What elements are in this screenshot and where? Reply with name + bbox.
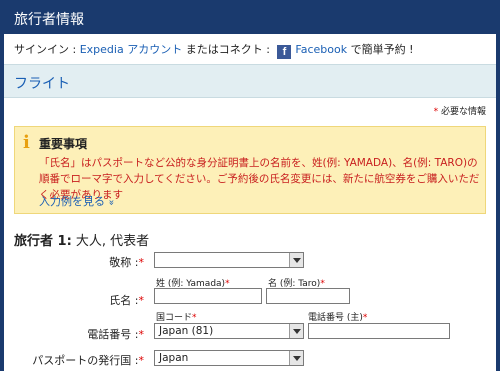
- phone-number-hint: 電話番号 (主)*: [308, 313, 368, 323]
- section-title: フライト: [14, 76, 70, 92]
- important-notice: i 重要事項 「氏名」はパスポートなど公的な身分証明書上の名前を、姓(例: YA…: [14, 126, 486, 214]
- passport-country-select[interactable]: Japan: [154, 350, 304, 366]
- facebook-icon[interactable]: f: [277, 45, 292, 59]
- chevron-down-icon: [289, 324, 303, 338]
- chevron-down-icon: [289, 351, 303, 365]
- traveler-heading: 旅行者 1: 大人, 代表者: [14, 234, 150, 249]
- signin-line: サインイン : Expedia アカウント またはコネクト : f Faceboo…: [14, 43, 414, 59]
- name-label: 氏名 :*: [109, 294, 144, 307]
- required-note: * 必要な情報: [433, 107, 486, 117]
- chevron-down-icon: [289, 253, 303, 267]
- content-panel: サインイン : Expedia アカウント またはコネクト : f Faceboo…: [4, 34, 496, 371]
- facebook-link[interactable]: Facebook: [295, 43, 347, 56]
- title-label: 敬称 :*: [109, 256, 144, 269]
- chevron-double-down-icon: »: [105, 199, 117, 206]
- phone-number-input[interactable]: [308, 323, 450, 339]
- country-code-hint: 国コード*: [156, 313, 197, 323]
- first-name-input[interactable]: [266, 288, 350, 304]
- header-bar: 旅行者情報: [0, 0, 500, 34]
- expedia-account-link[interactable]: Expedia アカウント: [80, 43, 183, 56]
- passport-country-label: パスポートの発行国 :*: [32, 354, 144, 367]
- info-icon: i: [23, 132, 30, 153]
- notice-title: 重要事項: [39, 137, 88, 151]
- flight-section-header: フライト: [4, 64, 496, 98]
- title-select[interactable]: [154, 252, 304, 268]
- last-name-input[interactable]: [154, 288, 262, 304]
- show-example-link[interactable]: 入力例を見る»: [39, 193, 117, 209]
- country-code-select[interactable]: Japan (81): [154, 323, 304, 339]
- page-title: 旅行者情報: [14, 12, 84, 28]
- phone-label: 電話番号 :*: [87, 328, 144, 341]
